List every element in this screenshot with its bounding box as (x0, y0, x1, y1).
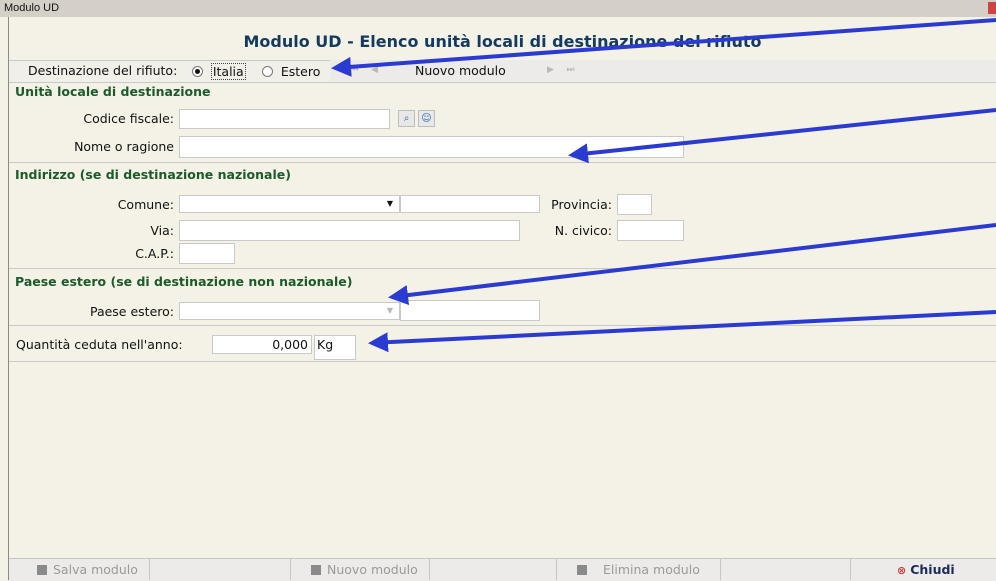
annotation-arrow-4 (368, 310, 996, 353)
annotation-arrow-3 (388, 223, 996, 306)
annotation-arrow-2 (568, 108, 996, 164)
annotation-arrows (331, 18, 996, 353)
annotation-arrow-1 (331, 18, 996, 77)
